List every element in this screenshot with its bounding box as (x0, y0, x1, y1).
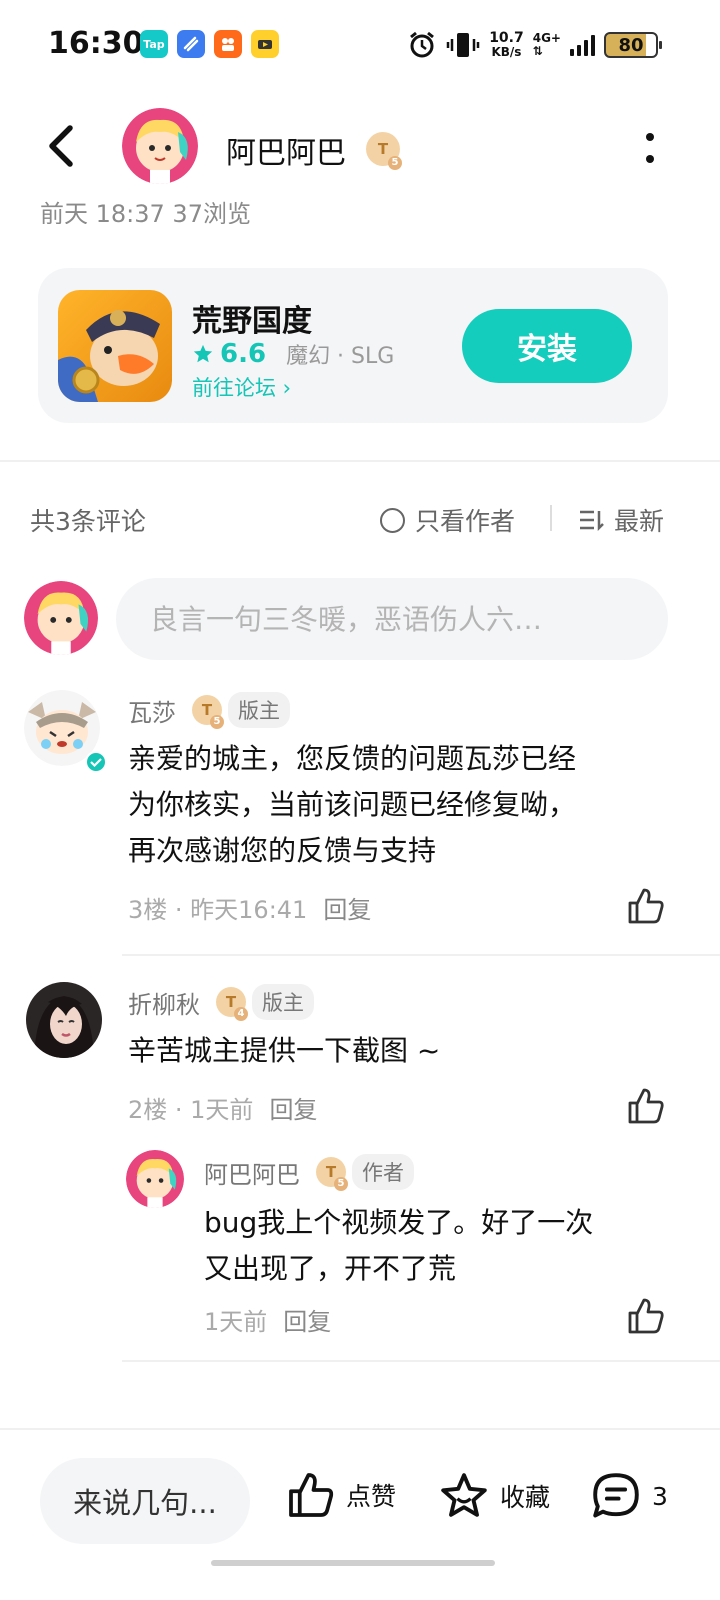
comment-name-row: 折柳秋 T4 版主 (128, 984, 314, 1021)
level-badge: T5 (316, 1157, 348, 1191)
more-options-button[interactable] (642, 128, 658, 168)
author-avatar[interactable] (122, 108, 198, 184)
home-indicator[interactable] (211, 1560, 495, 1566)
favorite-label: 收藏 (500, 1483, 551, 1512)
like-label: 点赞 (346, 1482, 397, 1511)
comment-name-row: 瓦莎 T5 版主 (128, 692, 290, 729)
star-icon (193, 344, 213, 363)
commenter-name[interactable]: 瓦莎 (128, 693, 176, 728)
role-tag: 版主 (252, 984, 314, 1020)
status-indicators: 10.7 KB/s 4G+ ⇅ 80 (407, 28, 662, 62)
divider (550, 505, 552, 531)
status-time: 16:30 (48, 26, 144, 61)
status-bar: 16:30 Tap 10.7 KB/s 4G+ ⇅ 80 (0, 0, 720, 90)
level-badge: T5 (192, 695, 224, 729)
comment-bubble-icon (593, 1473, 639, 1518)
browser-app-icon (177, 30, 205, 58)
my-avatar[interactable] (24, 581, 98, 655)
signal-icon (570, 34, 595, 56)
comments-count: 共3条评论 (30, 507, 146, 536)
forum-link[interactable]: 前往论坛 › (192, 372, 291, 402)
favorite-button[interactable]: 收藏 (438, 1470, 550, 1522)
net-speed: 10.7 KB/s (489, 30, 524, 59)
only-author-toggle[interactable]: 只看作者 (380, 502, 515, 538)
thumbs-up-icon (289, 1473, 334, 1517)
author-name[interactable]: 阿巴阿巴 (226, 128, 346, 172)
floor-time: 3楼 · 昨天16:41 (128, 896, 308, 924)
network-type: 4G+ ⇅ (532, 31, 561, 58)
game-icon[interactable] (58, 290, 172, 402)
tap-app-icon: Tap (140, 30, 168, 58)
game-rating: 6.6 魔幻 · SLG (192, 338, 394, 370)
role-tag: 版主 (228, 692, 290, 728)
like-button[interactable] (626, 1296, 666, 1336)
alarm-icon (410, 31, 435, 58)
reply-button[interactable]: 回复 (283, 1302, 331, 1337)
only-author-label: 只看作者 (415, 507, 516, 536)
level-badge: T5 (366, 132, 402, 170)
video-app-icon (214, 30, 242, 58)
thumbs-up-icon (628, 888, 664, 924)
battery-icon: 80 (604, 32, 662, 58)
game-card[interactable]: 荒野国度 6.6 魔幻 · SLG 前往论坛 › 安装 (38, 268, 668, 423)
level-badge: T4 (216, 987, 248, 1021)
thumbs-up-icon (628, 1298, 664, 1334)
commenter-name[interactable]: 折柳秋 (128, 985, 200, 1020)
dot-icon (646, 133, 654, 141)
role-tag: 作者 (352, 1154, 414, 1190)
reply-name[interactable]: 阿巴阿巴 (204, 1155, 300, 1190)
divider (122, 1360, 720, 1362)
chevron-left-icon (49, 125, 73, 167)
comment-count: 3 (652, 1481, 668, 1511)
reply-avatar[interactable] (126, 1150, 184, 1208)
comment-meta: 2楼 · 1天前 回复 (128, 1090, 317, 1125)
comments-button[interactable]: 3 (590, 1470, 668, 1522)
reply-button[interactable]: 回复 (323, 890, 371, 925)
reply-meta: 1天前 回复 (204, 1302, 331, 1337)
dot-icon (646, 155, 654, 163)
comment-input[interactable] (116, 578, 668, 660)
radio-icon (380, 507, 405, 533)
like-post-button[interactable]: 点赞 (286, 1470, 396, 1520)
post-header: 阿巴阿巴 T5 (0, 100, 720, 192)
commenter-avatar[interactable] (26, 982, 102, 1058)
reply-button[interactable]: 回复 (269, 1090, 317, 1125)
like-button[interactable] (626, 1086, 666, 1126)
vibrate-icon (446, 33, 480, 57)
game-name[interactable]: 荒野国度 (192, 296, 312, 340)
game-score: 6.6 (220, 339, 267, 369)
sort-button[interactable]: 最新 (578, 502, 664, 538)
comment-text: 辛苦城主提供一下截图 ~ (128, 1034, 441, 1067)
thumbs-up-icon (628, 1088, 664, 1124)
install-button[interactable]: 安装 (462, 309, 632, 383)
sort-icon (580, 510, 604, 532)
divider (0, 460, 720, 462)
post-meta: 前天 18:37 37浏览 (40, 200, 251, 224)
reply-text: bug我上个视频发了。好了一次 又出现了，开不了荒 (204, 1206, 594, 1285)
say-something-input[interactable]: 来说几句... (40, 1458, 250, 1544)
reward-app-icon (251, 30, 279, 58)
verified-icon (85, 751, 107, 773)
star-icon (441, 1473, 487, 1517)
like-button[interactable] (626, 886, 666, 926)
reply-name-row: 阿巴阿巴 T5 作者 (204, 1154, 414, 1191)
floor-time: 2楼 · 1天前 (128, 1096, 254, 1124)
reply-time: 1天前 (204, 1308, 268, 1336)
game-tags: 魔幻 · SLG (286, 344, 395, 369)
back-button[interactable] (38, 120, 86, 172)
comment-meta: 3楼 · 昨天16:41 回复 (128, 890, 371, 925)
sort-label: 最新 (614, 507, 665, 536)
comment-text: 亲爱的城主，您反馈的问题瓦莎已经 为你核实，当前该问题已经修复呦， 再次感谢您的… (128, 742, 577, 867)
divider (122, 954, 720, 956)
divider (0, 1428, 720, 1430)
